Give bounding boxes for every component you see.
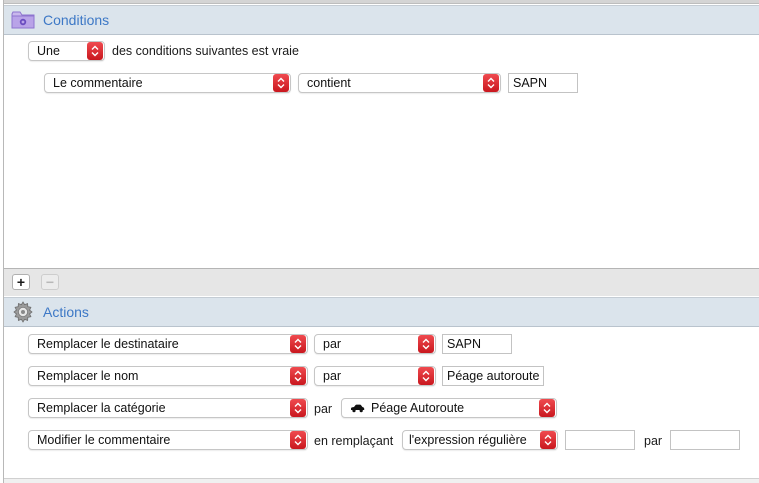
- bottom-edge: [4, 478, 759, 483]
- action-connector2-label-4: par: [644, 434, 663, 448]
- rule-editor: Conditions Une des conditions suivantes …: [3, 0, 759, 483]
- select-stepper-icon: [290, 399, 306, 417]
- folder-icon: [11, 9, 35, 31]
- top-edge: [4, 0, 759, 4]
- action-value-input-1[interactable]: SAPN: [442, 334, 512, 354]
- action-value-input-2[interactable]: Péage autoroute: [442, 366, 544, 386]
- conditions-header: Conditions: [4, 5, 759, 35]
- gear-icon: [11, 301, 35, 323]
- select-stepper-icon: [290, 431, 306, 449]
- condition-value-input[interactable]: SAPN: [508, 73, 578, 93]
- action-select-3[interactable]: Remplacer la catégorie: [28, 398, 308, 418]
- match-suffix-label: des conditions suivantes est vraie: [112, 44, 299, 58]
- action-value-3: Remplacer la catégorie: [37, 401, 166, 415]
- action-connector-select-1[interactable]: par: [314, 334, 436, 354]
- select-stepper-icon: [539, 399, 555, 417]
- action-select-2[interactable]: Remplacer le nom: [28, 366, 308, 386]
- select-stepper-icon: [418, 335, 434, 353]
- select-stepper-icon: [418, 367, 434, 385]
- condition-operator-select[interactable]: contient: [298, 73, 501, 93]
- select-stepper-icon: [290, 367, 306, 385]
- condition-operator-value: contient: [307, 76, 351, 90]
- select-stepper-icon: [290, 335, 306, 353]
- select-stepper-icon: [540, 431, 556, 449]
- select-stepper-icon: [273, 74, 289, 92]
- action-select-1[interactable]: Remplacer le destinataire: [28, 334, 308, 354]
- action-connector-label-4: en remplaçant: [314, 434, 394, 448]
- action-select-4[interactable]: Modifier le commentaire: [28, 430, 308, 450]
- match-mode-value: Une: [37, 44, 60, 58]
- select-stepper-icon: [87, 42, 103, 60]
- action-connector-value-1: par: [323, 337, 342, 351]
- find-value-input[interactable]: [565, 430, 635, 450]
- conditions-toolbar: [4, 268, 759, 296]
- actions-header: Actions: [4, 297, 759, 327]
- action-connector-select-2[interactable]: par: [314, 366, 436, 386]
- conditions-title: Conditions: [43, 12, 110, 28]
- category-value: Péage Autoroute: [371, 401, 465, 415]
- actions-title: Actions: [43, 304, 89, 320]
- remove-condition-button[interactable]: −: [41, 274, 59, 290]
- replace-mode-select[interactable]: l'expression régulière: [402, 430, 558, 450]
- action-connector-value-2: par: [323, 369, 342, 383]
- replace-value-input[interactable]: [670, 430, 740, 450]
- car-icon: [350, 404, 366, 413]
- action-value-2: Remplacer le nom: [37, 369, 139, 383]
- action-value-4: Modifier le commentaire: [37, 433, 171, 447]
- replace-mode-value: l'expression régulière: [409, 433, 527, 447]
- add-condition-button[interactable]: +: [12, 274, 30, 290]
- action-connector-label-3: par: [314, 402, 333, 416]
- match-mode-select[interactable]: Une: [28, 41, 105, 61]
- action-value-1: Remplacer le destinataire: [37, 337, 179, 351]
- select-stepper-icon: [483, 74, 499, 92]
- category-select[interactable]: Péage Autoroute: [341, 398, 557, 418]
- condition-field-value: Le commentaire: [53, 76, 143, 90]
- condition-field-select[interactable]: Le commentaire: [44, 73, 291, 93]
